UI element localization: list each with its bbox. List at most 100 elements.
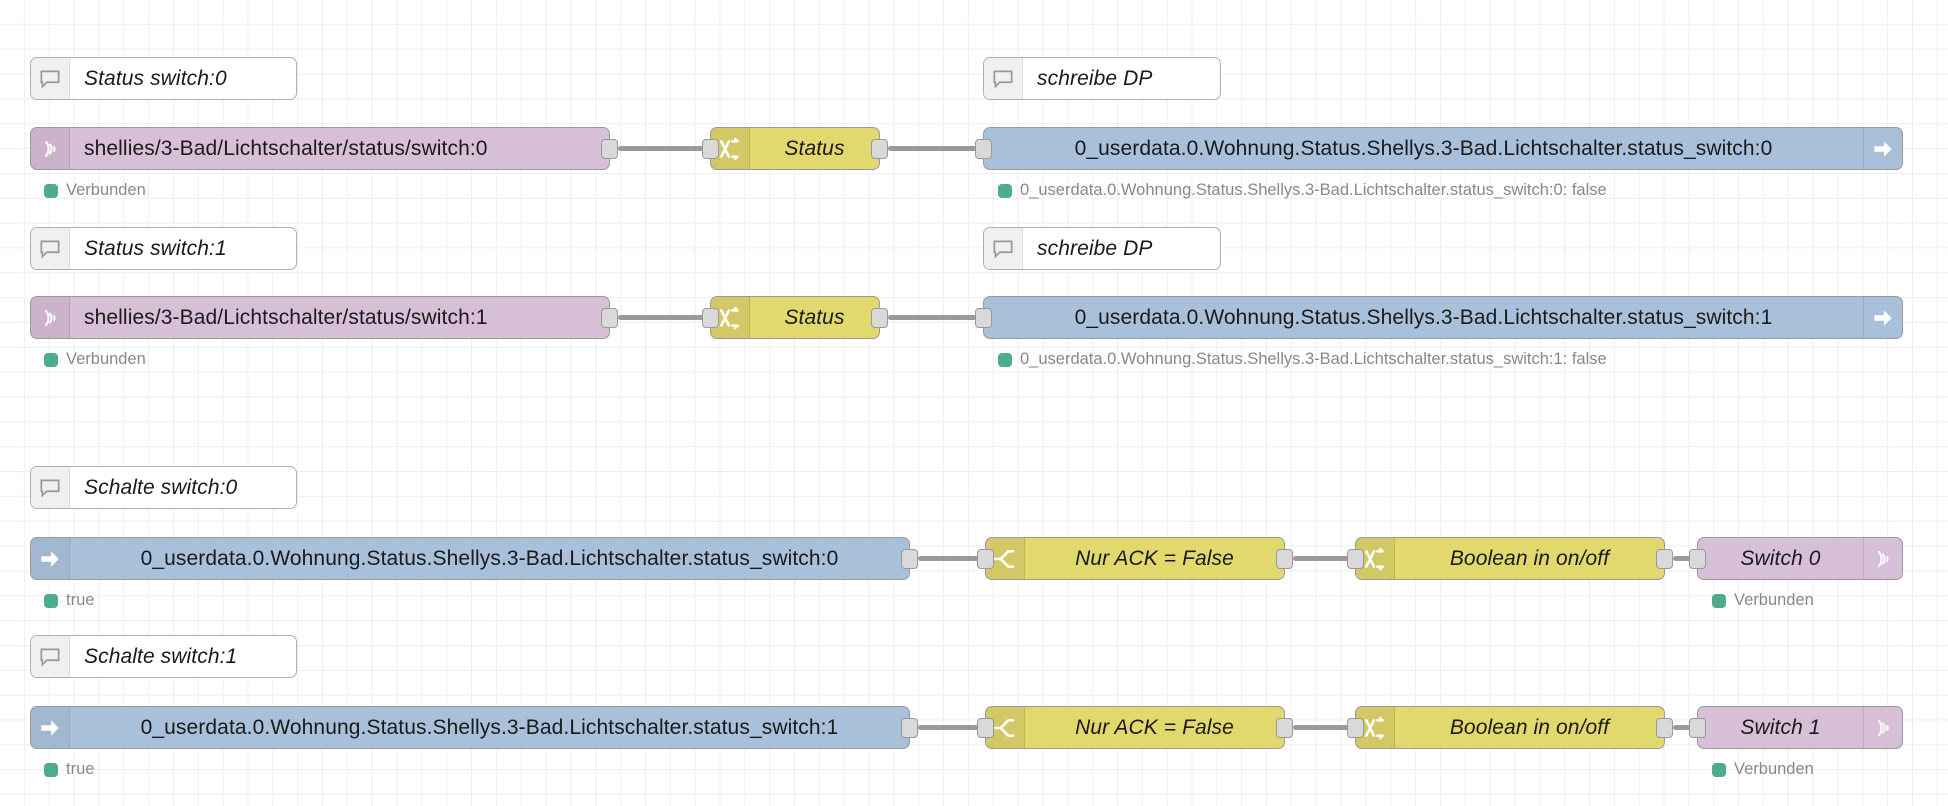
status-dot (1712, 593, 1726, 608)
function-label: Boolean in on/off (1449, 546, 1610, 570)
comment-node-status-switch-0[interactable]: Status switch:0 (30, 57, 297, 100)
output-port[interactable] (601, 138, 618, 159)
comment-label: Status switch:1 (84, 236, 227, 260)
function-label: Status (784, 136, 845, 160)
comment-label: schreibe DP (1037, 236, 1153, 260)
input-port[interactable] (1689, 717, 1706, 738)
comment-node-status-switch-1[interactable]: Status switch:1 (30, 227, 297, 270)
mqtt-icon (31, 297, 70, 338)
mqtt-in-node-status-switch-0[interactable]: shellies/3-Bad/Lichtschalter/status/swit… (30, 127, 618, 170)
status-dot (44, 183, 58, 198)
arrow-right-icon (31, 707, 70, 748)
arrow-right-icon (1863, 297, 1902, 338)
function-label: Status (784, 305, 845, 329)
mqtt-in-label: shellies/3-Bad/Lichtschalter/status/swit… (84, 136, 488, 160)
output-port[interactable] (1276, 548, 1293, 569)
iobroker-in-label: 0_userdata.0.Wohnung.Status.Shellys.3-Ba… (140, 715, 839, 739)
switch-node-nur-ack-false-0[interactable]: Nur ACK = False (977, 537, 1293, 580)
iobroker-out-label: 0_userdata.0.Wohnung.Status.Shellys.3-Ba… (1074, 305, 1773, 329)
status-text: Verbunden (1734, 591, 1814, 609)
mqtt-in-status-status-switch-0: Verbunden (44, 181, 146, 200)
wire-function-to-iobroker (888, 315, 978, 320)
comment-node-schalte-switch-1[interactable]: Schalte switch:1 (30, 635, 297, 678)
wire-mqtt-to-function (618, 146, 708, 151)
mqtt-out-node-switch-1[interactable]: Switch 1 (1689, 706, 1903, 749)
iobroker-in-status-schalte-switch-0: true (44, 591, 94, 610)
comment-icon (984, 58, 1023, 99)
comment-node-schreibe-dp-0[interactable]: schreibe DP (983, 57, 1221, 100)
input-port[interactable] (975, 138, 992, 159)
function-node-status-0[interactable]: Status (702, 127, 888, 170)
status-text: 0_userdata.0.Wohnung.Status.Shellys.3-Ba… (1020, 350, 1607, 368)
status-text: Verbunden (66, 350, 146, 368)
comment-label: Schalte switch:1 (84, 644, 238, 668)
output-port[interactable] (1656, 717, 1673, 738)
iobroker-out-node-status-switch-0[interactable]: 0_userdata.0.Wohnung.Status.Shellys.3-Ba… (975, 127, 1903, 170)
iobroker-in-label: 0_userdata.0.Wohnung.Status.Shellys.3-Ba… (140, 546, 839, 570)
input-port[interactable] (1347, 717, 1364, 738)
output-port[interactable] (871, 138, 888, 159)
arrow-right-icon (31, 538, 70, 579)
switch-node-nur-ack-false-1[interactable]: Nur ACK = False (977, 706, 1293, 749)
status-dot (44, 593, 58, 608)
input-port[interactable] (1689, 548, 1706, 569)
mqtt-icon (31, 128, 70, 169)
input-port[interactable] (977, 717, 994, 738)
input-port[interactable] (702, 138, 719, 159)
mqtt-in-status-status-switch-1: Verbunden (44, 350, 146, 369)
input-port[interactable] (702, 307, 719, 328)
mqtt-in-node-status-switch-1[interactable]: shellies/3-Bad/Lichtschalter/status/swit… (30, 296, 618, 339)
comment-label: schreibe DP (1037, 66, 1153, 90)
iobroker-out-status-status-switch-0: 0_userdata.0.Wohnung.Status.Shellys.3-Ba… (998, 181, 1607, 200)
function-node-status-1[interactable]: Status (702, 296, 888, 339)
iobroker-out-node-status-switch-1[interactable]: 0_userdata.0.Wohnung.Status.Shellys.3-Ba… (975, 296, 1903, 339)
status-text: Verbunden (66, 181, 146, 199)
input-port[interactable] (1347, 548, 1364, 569)
input-port[interactable] (975, 307, 992, 328)
comment-icon (31, 636, 70, 677)
mqtt-icon (1863, 538, 1902, 579)
comment-icon (31, 228, 70, 269)
output-port[interactable] (871, 307, 888, 328)
status-text: true (66, 591, 95, 609)
status-dot (44, 762, 58, 777)
mqtt-out-status-switch-0: Verbunden (1712, 591, 1814, 610)
mqtt-out-node-switch-0[interactable]: Switch 0 (1689, 537, 1903, 580)
status-dot (44, 352, 58, 367)
status-dot (998, 183, 1012, 198)
mqtt-out-label: Switch 1 (1740, 715, 1821, 739)
mqtt-icon (1863, 707, 1902, 748)
comment-icon (984, 228, 1023, 269)
flow-canvas[interactable]: Status switch:0 shellies/3-Bad/Lichtscha… (0, 0, 1948, 806)
mqtt-out-status-switch-1: Verbunden (1712, 760, 1814, 779)
status-text: 0_userdata.0.Wohnung.Status.Shellys.3-Ba… (1020, 181, 1607, 199)
mqtt-in-label: shellies/3-Bad/Lichtschalter/status/swit… (84, 305, 488, 329)
comment-label: Schalte switch:0 (84, 475, 238, 499)
switch-label: Nur ACK = False (1075, 546, 1234, 570)
iobroker-in-node-schalte-switch-1[interactable]: 0_userdata.0.Wohnung.Status.Shellys.3-Ba… (30, 706, 918, 749)
output-port[interactable] (901, 717, 918, 738)
function-label: Boolean in on/off (1449, 715, 1610, 739)
function-node-boolean-onoff-0[interactable]: Boolean in on/off (1347, 537, 1673, 580)
mqtt-out-label: Switch 0 (1740, 546, 1821, 570)
iobroker-in-status-schalte-switch-1: true (44, 760, 94, 779)
iobroker-in-node-schalte-switch-0[interactable]: 0_userdata.0.Wohnung.Status.Shellys.3-Ba… (30, 537, 918, 580)
wire-mqtt-to-function (618, 315, 708, 320)
arrow-right-icon (1863, 128, 1902, 169)
input-port[interactable] (977, 548, 994, 569)
output-port[interactable] (1276, 717, 1293, 738)
output-port[interactable] (1656, 548, 1673, 569)
comment-node-schreibe-dp-1[interactable]: schreibe DP (983, 227, 1221, 270)
iobroker-out-label: 0_userdata.0.Wohnung.Status.Shellys.3-Ba… (1074, 136, 1773, 160)
status-text: Verbunden (1734, 760, 1814, 778)
iobroker-out-status-status-switch-1: 0_userdata.0.Wohnung.Status.Shellys.3-Ba… (998, 350, 1607, 369)
output-port[interactable] (601, 307, 618, 328)
wire-function-to-iobroker (888, 146, 978, 151)
function-node-boolean-onoff-1[interactable]: Boolean in on/off (1347, 706, 1673, 749)
output-port[interactable] (901, 548, 918, 569)
switch-label: Nur ACK = False (1075, 715, 1234, 739)
status-dot (998, 352, 1012, 367)
comment-label: Status switch:0 (84, 66, 227, 90)
comment-node-schalte-switch-0[interactable]: Schalte switch:0 (30, 466, 297, 509)
status-dot (1712, 762, 1726, 777)
